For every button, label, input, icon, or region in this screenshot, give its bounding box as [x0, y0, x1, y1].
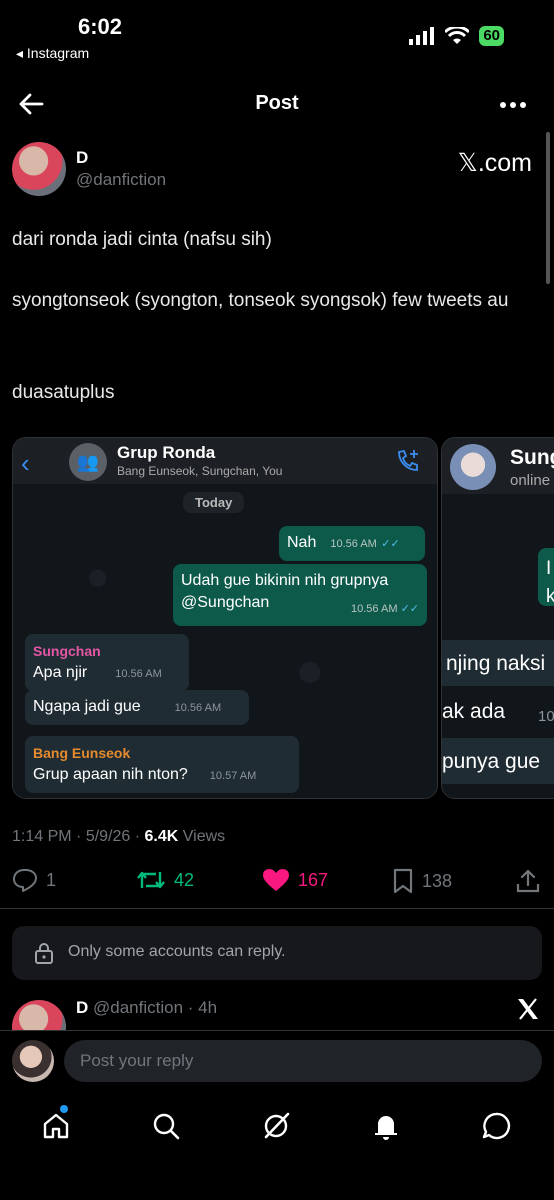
message-fragment: njing naksi	[446, 652, 546, 675]
message-bubble: Bang Eunseok Grup apaan nih nton? 10.57 A…	[25, 736, 299, 793]
message-time: 10.56 AM	[115, 668, 162, 680]
share-icon	[516, 869, 540, 893]
reply-input[interactable]: Post your reply	[64, 1040, 542, 1082]
chat-header: ‹ 👥 Grup Ronda Bang Eunseok, Sungchan, Y…	[13, 438, 437, 484]
contact-status: online	[510, 472, 551, 489]
nav-messages[interactable]	[476, 1106, 516, 1146]
reply-author-name: D	[76, 998, 89, 1017]
contact-avatar	[450, 444, 496, 490]
message-time: 10.56 AM	[174, 702, 222, 714]
grok-icon	[264, 1112, 290, 1139]
x-com-watermark: 𝕏.com	[457, 149, 532, 177]
page-title: Post	[255, 92, 299, 114]
post-text-line-3: duasatuplus	[12, 382, 115, 403]
like-button[interactable]: 167	[262, 868, 328, 892]
like-count: 167	[298, 869, 329, 890]
group-avatar-icon: 👥	[69, 443, 107, 481]
author-name[interactable]: D	[76, 148, 88, 168]
read-ticks-icon: ✓✓	[381, 538, 400, 550]
message-bubble: Sungchan Apa njir 10.56 AM	[25, 634, 189, 691]
message-time: 10	[538, 708, 554, 725]
post-text-line-1: dari ronda jadi cinta (nafsu sih)	[12, 229, 272, 250]
bookmark-count: 138	[422, 870, 453, 891]
author-avatar[interactable]	[12, 142, 66, 196]
status-time: 6:02	[78, 14, 123, 39]
message-sender: Sungchan	[33, 643, 101, 659]
message-fragment: I	[546, 558, 552, 579]
views-count: 6.4K	[144, 828, 179, 845]
group-members: Bang Eunseok, Sungchan, You	[117, 464, 283, 478]
post-date: 5/9/26	[85, 828, 131, 845]
message-fragment: k	[546, 586, 554, 608]
read-ticks-icon: ✓✓	[400, 603, 419, 615]
lock-icon	[35, 943, 53, 964]
battery-indicator: 60	[479, 26, 504, 46]
date-label: Today	[183, 492, 245, 513]
back-to-app-link[interactable]: ◂ Instagram	[16, 45, 89, 62]
nav-search[interactable]	[146, 1106, 186, 1146]
message-time: 10.56 AM	[351, 603, 398, 615]
reply-author-line[interactable]: D @danfiction · 4h	[76, 998, 217, 1018]
nav-home[interactable]	[36, 1106, 76, 1146]
search-icon	[153, 1113, 180, 1140]
x-logo-icon	[518, 998, 538, 1020]
wifi-icon	[445, 27, 470, 44]
post-meta: 1:14 PM · 5/9/26 · 6.4K Views	[12, 828, 226, 845]
reply-age: · 4h	[187, 998, 218, 1017]
current-user-avatar[interactable]	[12, 1040, 54, 1082]
share-button[interactable]	[516, 868, 540, 894]
signal-icon	[409, 27, 435, 45]
message-fragment: ak ada	[442, 700, 506, 723]
nav-grok[interactable]	[256, 1106, 296, 1146]
post-text-line-2: syongtonseok (syongton, tonseok syongsok…	[12, 290, 509, 311]
group-name: Grup Ronda	[117, 443, 216, 462]
reply-icon	[13, 869, 37, 892]
message-bubble: Nah 10.56 AM ✓✓	[279, 526, 425, 561]
message-text: Grup apaan nih nton?	[33, 766, 188, 783]
bookmark-icon	[393, 868, 413, 894]
divider	[0, 908, 554, 909]
message-bubble: Ngapa jadi gue 10.56 AM	[25, 690, 249, 725]
message-text: Apa njir	[33, 664, 88, 681]
message-time: 10.56 AM	[330, 538, 377, 550]
repost-icon	[137, 871, 165, 889]
author-handle[interactable]: @danfiction	[76, 170, 166, 190]
reply-button[interactable]: 1	[12, 868, 56, 892]
message-text: Ngapa jadi gue	[33, 698, 141, 715]
bell-icon	[375, 1116, 397, 1140]
reply-restriction-text: Only some accounts can reply.	[68, 943, 286, 960]
scrollbar[interactable]	[546, 132, 550, 284]
bookmark-button[interactable]: 138	[392, 868, 452, 894]
repost-count: 42	[174, 869, 195, 890]
post-time: 1:14 PM	[12, 828, 72, 845]
views-label: Views	[182, 828, 226, 845]
reply-placeholder: Post your reply	[80, 1051, 194, 1070]
nav-notifications[interactable]	[366, 1106, 406, 1146]
reply-author-handle: @danfiction	[93, 998, 184, 1017]
post-image-1[interactable]: ‹ 👥 Grup Ronda Bang Eunseok, Sungchan, Y…	[12, 437, 438, 799]
more-icon[interactable]	[500, 102, 526, 108]
message-text: Nah	[287, 534, 317, 551]
reply-count: 1	[46, 869, 57, 890]
repost-button[interactable]: 42	[136, 868, 194, 892]
contact-name: Sung	[510, 446, 554, 469]
messages-icon	[482, 1112, 511, 1140]
message-bubble: Udah gue bikinin nih grupnya @Sungchan 10…	[173, 564, 427, 626]
chat2-header: Sung online	[442, 438, 554, 494]
status-icons: 60	[409, 26, 504, 46]
message-fragment: punya gue	[442, 750, 541, 773]
home-notification-dot	[60, 1105, 68, 1113]
message-time: 10.57 AM	[209, 770, 257, 782]
heart-icon	[263, 869, 289, 891]
reply-restriction-banner: Only some accounts can reply.	[12, 926, 542, 980]
add-call-icon	[398, 449, 418, 471]
home-icon	[43, 1113, 69, 1139]
message-sender: Bang Eunseok	[33, 745, 131, 761]
chat-back-icon: ‹	[21, 448, 30, 478]
post-image-2[interactable]: Sung online I k njing naksi ak ada 10 pu…	[441, 437, 554, 799]
